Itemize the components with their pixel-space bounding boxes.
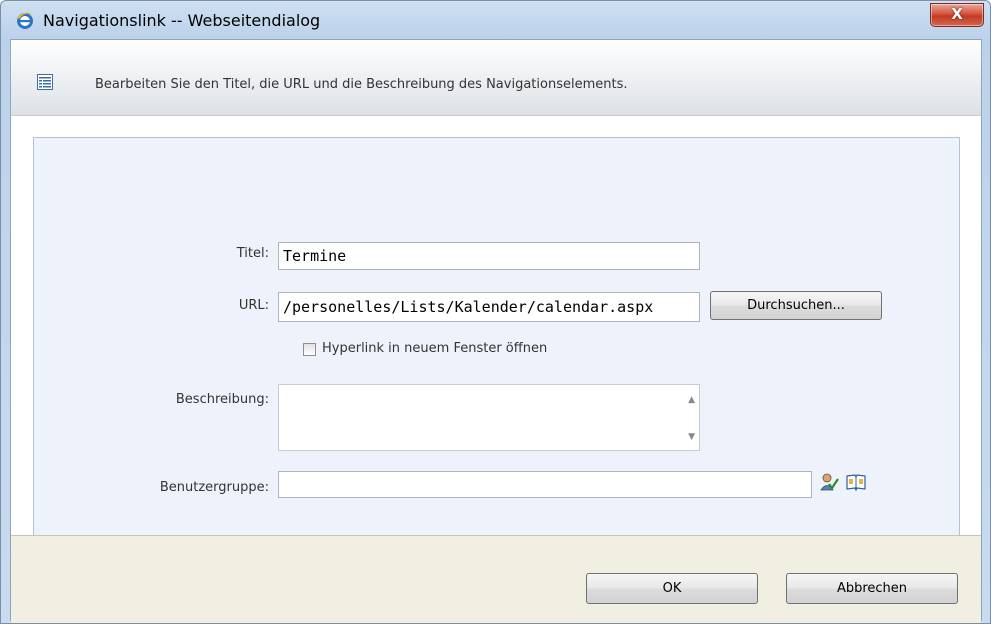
description-bar: Bearbeiten Sie den Titel, die URL und di… [11,40,981,116]
description-label: Beschreibung: [175,392,269,407]
close-button[interactable]: X [930,3,984,27]
scroll-down-icon[interactable]: ▼ [688,432,695,442]
dialog-footer: OK Abbrechen [11,535,981,623]
ok-button[interactable]: OK [586,573,758,604]
window-title: Navigationslink -- Webseitendialog [43,11,321,30]
address-book-icon[interactable] [846,473,866,491]
close-icon: X [951,5,963,23]
title-bar: Navigationslink -- Webseitendialog X [1,1,990,39]
title-label: Titel: [236,246,269,261]
title-input[interactable]: Termine [278,242,700,270]
cancel-button[interactable]: Abbrechen [786,573,958,604]
form-list-icon [37,74,53,90]
form-panel: Titel: Termine URL: /personelles/Lists/K… [33,137,960,537]
check-names-icon[interactable] [819,472,839,492]
new-window-label: Hyperlink in neuem Fenster öffnen [322,341,548,356]
audience-label: Benutzergruppe: [159,480,269,495]
audience-input[interactable] [278,471,812,498]
scroll-up-icon[interactable]: ▲ [688,395,695,405]
url-label: URL: [238,298,269,313]
ie-logo-icon [17,12,33,29]
browse-button[interactable]: Durchsuchen... [710,291,882,320]
dialog-window: Navigationslink -- Webseitendialog X Bea… [0,0,991,624]
url-input[interactable]: /personelles/Lists/Kalender/calendar.asp… [278,292,700,322]
new-window-checkbox[interactable] [303,343,316,356]
dialog-client-area: Bearbeiten Sie den Titel, die URL und di… [10,39,982,623]
description-textarea[interactable]: ▲ ▼ [278,384,700,451]
description-text: Bearbeiten Sie den Titel, die URL und di… [95,77,628,92]
